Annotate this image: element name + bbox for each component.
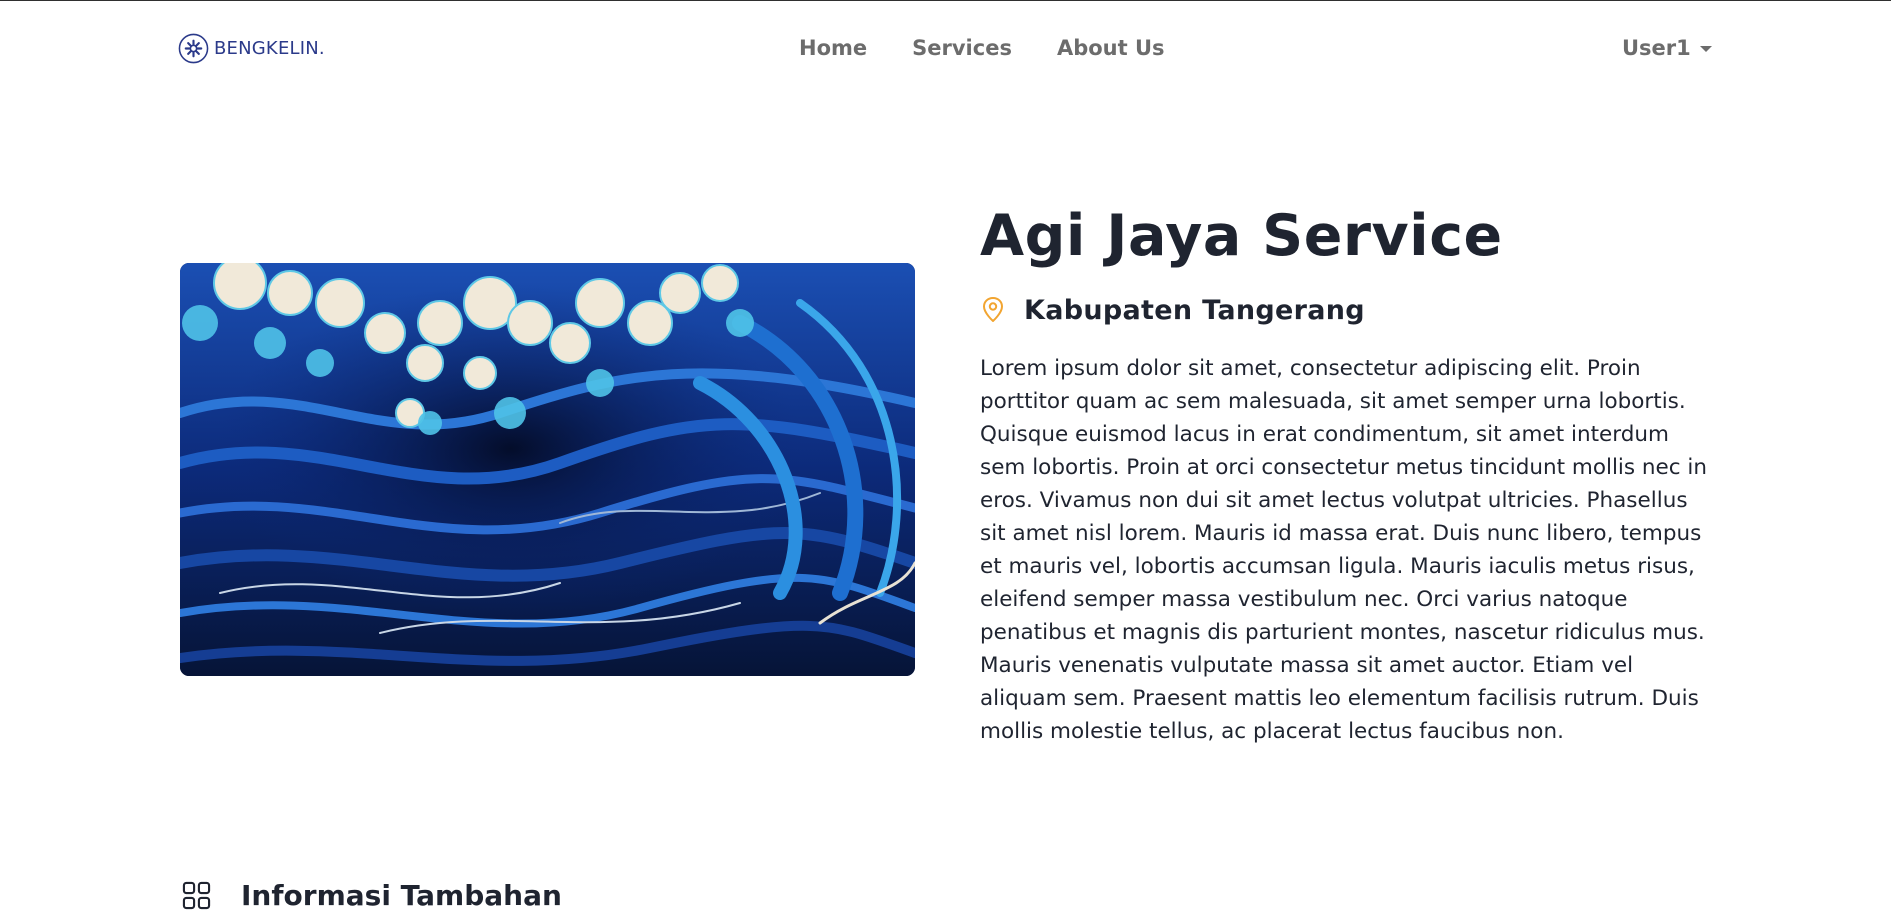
brand-logo-icon: [178, 33, 209, 64]
nav-link-services[interactable]: Services: [912, 33, 1012, 63]
user-name: User1: [1622, 36, 1691, 60]
service-title: Agi Jaya Service: [980, 203, 1503, 269]
chevron-down-icon: [1699, 45, 1712, 52]
service-detail: Agi Jaya Service Kabupaten Tangerang Lor…: [980, 196, 1715, 748]
wave-illustration: [180, 263, 915, 676]
location-text: Kabupaten Tangerang: [1024, 294, 1365, 326]
service-location: Kabupaten Tangerang: [980, 290, 1715, 330]
brand-logo-link[interactable]: BENGKELIN.: [178, 33, 325, 64]
map-pin-icon: [983, 297, 1003, 322]
service-description: Lorem ipsum dolor sit amet, consectetur …: [980, 356, 1708, 744]
user-dropdown[interactable]: User1: [1622, 33, 1712, 63]
grid-icon: [182, 881, 211, 910]
navbar: BENGKELIN. Home Services About Us User1: [0, 1, 1891, 93]
service-image: [180, 263, 915, 676]
additional-info-header: Informasi Tambahan: [182, 879, 562, 912]
additional-info-title: Informasi Tambahan: [241, 879, 562, 912]
brand-name: BENGKELIN.: [214, 38, 325, 59]
nav-link-about-us[interactable]: About Us: [1057, 33, 1165, 63]
nav-links: Home Services About Us: [799, 33, 1210, 63]
nav-link-home[interactable]: Home: [799, 33, 867, 63]
